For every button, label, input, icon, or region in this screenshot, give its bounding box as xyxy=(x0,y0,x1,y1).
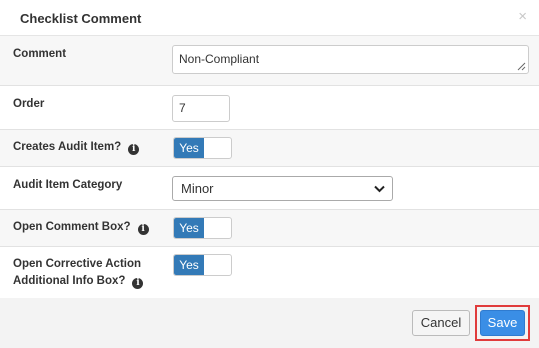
close-icon[interactable]: × xyxy=(518,9,527,24)
comment-label: Comment xyxy=(13,48,67,60)
open-corrective-action-label-line1: Open Corrective Action xyxy=(13,258,142,270)
creates-audit-item-label-wrap: Creates Audit Item? i xyxy=(13,139,140,156)
info-circle-icon[interactable]: i xyxy=(137,224,149,235)
audit-item-category-select[interactable]: Minor xyxy=(172,176,393,201)
info-circle-icon[interactable]: i xyxy=(128,144,140,155)
comment-value: Non-Compliant xyxy=(179,52,260,66)
order-input[interactable]: 7 xyxy=(172,95,230,122)
open-comment-box-label: Open Comment Box? xyxy=(13,221,131,233)
order-row: Order 7 xyxy=(0,86,539,130)
open-corrective-action-toggle[interactable]: Yes xyxy=(173,254,232,276)
open-comment-box-label-wrap: Open Comment Box? i xyxy=(13,219,149,236)
resize-grip-icon[interactable] xyxy=(517,62,526,71)
open-comment-box-toggle[interactable]: Yes xyxy=(173,217,232,239)
comment-textarea[interactable]: Non-Compliant xyxy=(172,45,529,74)
toggle-on-label: Yes xyxy=(174,218,204,238)
save-button[interactable]: Save xyxy=(480,310,525,336)
cancel-button[interactable]: Cancel xyxy=(412,310,470,336)
chevron-down-icon xyxy=(374,185,385,193)
order-label: Order xyxy=(13,98,45,110)
dialog-title: Checklist Comment xyxy=(20,11,142,26)
toggle-on-label: Yes xyxy=(174,138,204,158)
audit-item-category-value: Minor xyxy=(181,181,214,196)
info-circle-icon[interactable]: i xyxy=(132,278,144,289)
save-highlight-frame: Save xyxy=(475,305,530,341)
creates-audit-item-toggle[interactable]: Yes xyxy=(173,137,232,159)
toggle-on-label: Yes xyxy=(174,255,204,275)
order-value: 7 xyxy=(179,101,186,115)
dialog-footer: Cancel Save xyxy=(0,298,539,348)
open-corrective-action-label-line2: Additional Info Box? xyxy=(13,275,126,287)
dialog-header: Checklist Comment × xyxy=(0,0,539,36)
open-corrective-action-label-wrap: Open Corrective Action Additional Info B… xyxy=(13,256,144,290)
open-comment-box-row: Open Comment Box? i Yes xyxy=(0,210,539,247)
comment-row: Comment Non-Compliant xyxy=(0,36,539,86)
open-corrective-action-row: Open Corrective Action Additional Info B… xyxy=(0,247,539,298)
creates-audit-item-label: Creates Audit Item? xyxy=(13,141,122,153)
creates-audit-item-row: Creates Audit Item? i Yes xyxy=(0,130,539,167)
audit-item-category-label: Audit Item Category xyxy=(13,179,123,191)
